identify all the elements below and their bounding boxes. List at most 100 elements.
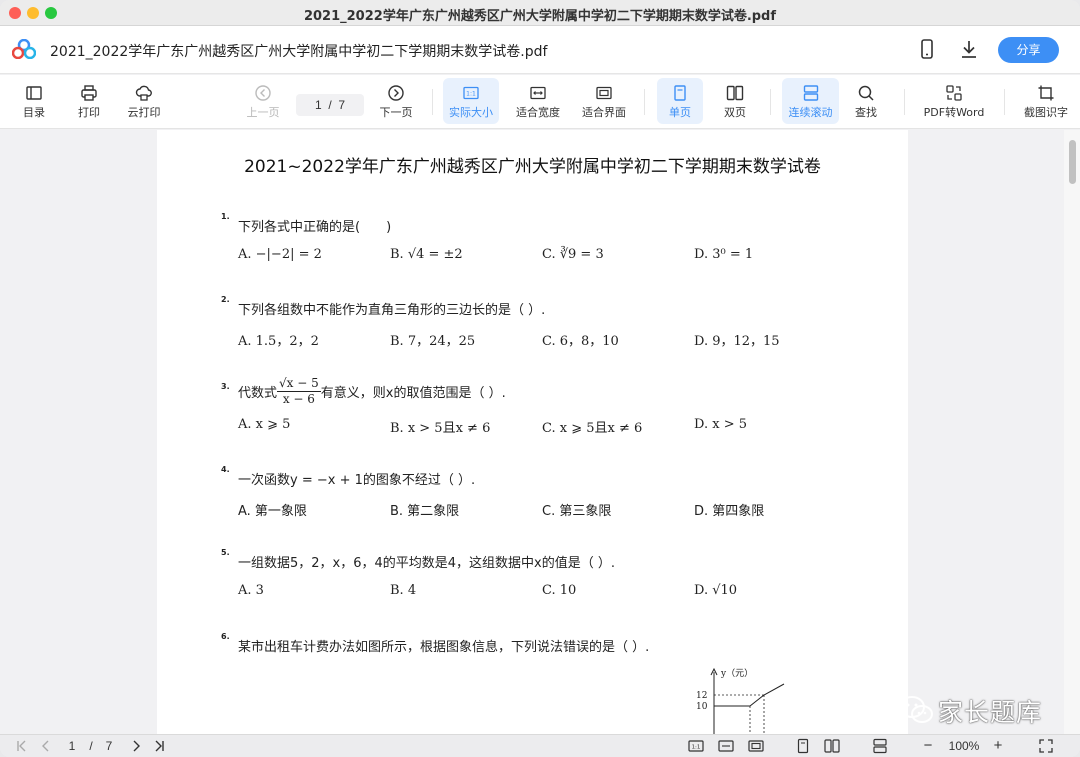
fit-window-icon	[748, 740, 764, 752]
watermark: 家长题库	[898, 693, 1058, 727]
prev-page-small-button[interactable]	[38, 738, 54, 754]
option: A. −|−2| = 2	[238, 247, 322, 262]
question-number: 5.	[221, 548, 230, 557]
current-page: 1	[314, 98, 322, 112]
pdf-to-word-button[interactable]: PDF转Word	[920, 78, 988, 124]
status-total-pages: 7	[105, 739, 113, 753]
download-icon[interactable]	[958, 38, 980, 60]
continuous-scroll-button[interactable]: 连续滚动	[782, 78, 839, 124]
crop-icon	[1038, 85, 1054, 101]
toc-button[interactable]: 目录	[14, 78, 54, 124]
next-page-label: 下一页	[379, 106, 413, 119]
actual-size-icon: 1:1	[463, 86, 479, 100]
actual-size-icon: 1:1	[688, 740, 704, 752]
option: A. 1.5，2，2	[238, 334, 319, 349]
option: B. √4 = ±2	[390, 247, 463, 262]
screenshot-ocr-label: 截图识字	[1024, 106, 1068, 119]
share-button[interactable]: 分享	[998, 37, 1059, 63]
continuous-scroll-icon	[803, 85, 818, 101]
question-text: 下列各组数中不能作为直角三角形的三边长的是（ ）.	[238, 303, 546, 318]
print-label: 打印	[78, 106, 100, 119]
prev-page-button[interactable]: 上一页	[243, 78, 283, 124]
last-page-icon	[155, 740, 164, 752]
cloud-print-button[interactable]: 云打印	[122, 78, 166, 124]
page-number-input[interactable]: 1 / 7	[296, 94, 364, 116]
search-label: 查找	[855, 106, 877, 119]
option: D. x > 5	[694, 417, 747, 432]
double-page-icon	[726, 85, 744, 101]
toc-icon	[26, 86, 42, 100]
fit-width-button[interactable]: 适合宽度	[512, 78, 564, 124]
fit-width-icon	[530, 86, 546, 100]
option: C. x ⩾ 5且x ≠ 6	[542, 421, 643, 436]
zoom-level[interactable]: 100%	[944, 738, 984, 754]
question-text: 代数式	[238, 386, 278, 401]
status-double-page-button[interactable]	[824, 738, 842, 754]
fit-window-icon	[596, 86, 612, 100]
vertical-scrollbar[interactable]	[1064, 130, 1080, 734]
double-page-label: 双页	[724, 106, 746, 119]
screenshot-ocr-button[interactable]: 截图识字	[1018, 78, 1074, 124]
question-text: 某市出租车计费办法如图所示，根据图象信息，下列说法错误的是（ ）.	[238, 640, 650, 655]
option: A. 第一象限	[238, 504, 307, 519]
option: D. 9，12，15	[694, 334, 780, 349]
fit-width-icon	[718, 740, 734, 752]
exam-title: 2021~2022学年广东广州越秀区广州大学附属中学初二下学期期末数学试卷	[244, 157, 821, 177]
toolbar-divider	[770, 89, 771, 115]
wechat-icon	[899, 696, 933, 723]
print-button[interactable]: 打印	[69, 78, 109, 124]
tick-label-12: 12	[696, 691, 707, 701]
option: C. 10	[542, 583, 577, 598]
document-viewport[interactable]: 2021~2022学年广东广州越秀区广州大学附属中学初二下学期期末数学试卷 1.…	[0, 130, 1080, 734]
option: D. √10	[694, 583, 738, 598]
status-single-page-button[interactable]	[795, 738, 811, 754]
continuous-scroll-icon	[873, 738, 887, 754]
search-button[interactable]: 查找	[846, 78, 886, 124]
fare-graph: y（元） 12 10	[696, 667, 785, 734]
question-text: 有意义，则x的取值范围是（ ）.	[320, 386, 506, 401]
fare-line	[714, 683, 785, 707]
pdf-to-word-label: PDF转Word	[923, 106, 985, 119]
document-title: 2021_2022学年广东广州越秀区广州大学附属中学初二下学期期末数学试卷.pd…	[50, 44, 548, 60]
toolbar: 目录 打印 云打印 上一页 1 / 7 下一页 1:1 实际大小 适合宽度 适合…	[0, 75, 1080, 129]
question-number: 6.	[221, 632, 230, 641]
actual-size-button[interactable]: 1:1 实际大小	[443, 78, 499, 124]
single-page-button[interactable]: 单页	[657, 78, 703, 124]
option: B. 4	[390, 583, 417, 598]
question-number: 3.	[221, 382, 230, 391]
status-continuous-scroll-button[interactable]	[872, 738, 890, 754]
zoom-out-button[interactable]: −	[920, 738, 936, 754]
svg-text:1:1: 1:1	[466, 91, 476, 98]
toolbar-divider	[644, 89, 645, 115]
option: B. 7，24，25	[390, 334, 476, 349]
actual-size-label: 实际大小	[449, 106, 493, 119]
pdf-to-word-icon	[946, 85, 962, 101]
toolbar-divider	[1004, 89, 1005, 115]
double-page-button[interactable]: 双页	[713, 78, 757, 124]
title-bar: 2021_2022学年广东广州越秀区广州大学附属中学初二下学期期末数学试卷.pd…	[0, 0, 1080, 26]
status-actual-size-button[interactable]: 1:1	[688, 738, 706, 754]
fullscreen-button[interactable]	[1038, 738, 1054, 754]
status-bar: 1 / 7 1:1 − 100% +	[0, 734, 1080, 757]
status-fit-width-button[interactable]	[718, 738, 736, 754]
zoom-in-button[interactable]: +	[990, 738, 1006, 754]
next-page-button[interactable]: 下一页	[376, 78, 416, 124]
fit-window-button[interactable]: 适合界面	[578, 78, 630, 124]
first-page-icon	[17, 740, 26, 752]
window-title: 2021_2022学年广东广州越秀区广州大学附属中学初二下学期期末数学试卷.pd…	[303, 9, 777, 24]
question-text: 下列各式中正确的是( )	[238, 220, 392, 235]
toc-label: 目录	[23, 106, 45, 119]
phone-icon[interactable]	[916, 38, 938, 60]
continuous-scroll-label: 连续滚动	[788, 106, 833, 119]
question-text: 一组数据5，2，x，6，4的平均数是4，这组数据中x的值是（ ）.	[238, 556, 616, 571]
scrollbar-thumb[interactable]	[1069, 140, 1076, 184]
option: C. ∛9 = 3	[542, 247, 604, 262]
double-page-icon	[824, 739, 840, 753]
prev-page-label: 上一页	[246, 106, 280, 119]
option: B. 第二象限	[390, 504, 460, 519]
last-page-button[interactable]	[151, 738, 167, 754]
next-page-small-button[interactable]	[128, 738, 144, 754]
status-fit-window-button[interactable]	[748, 738, 766, 754]
first-page-button[interactable]	[14, 738, 30, 754]
status-current-page[interactable]: 1	[66, 738, 78, 754]
